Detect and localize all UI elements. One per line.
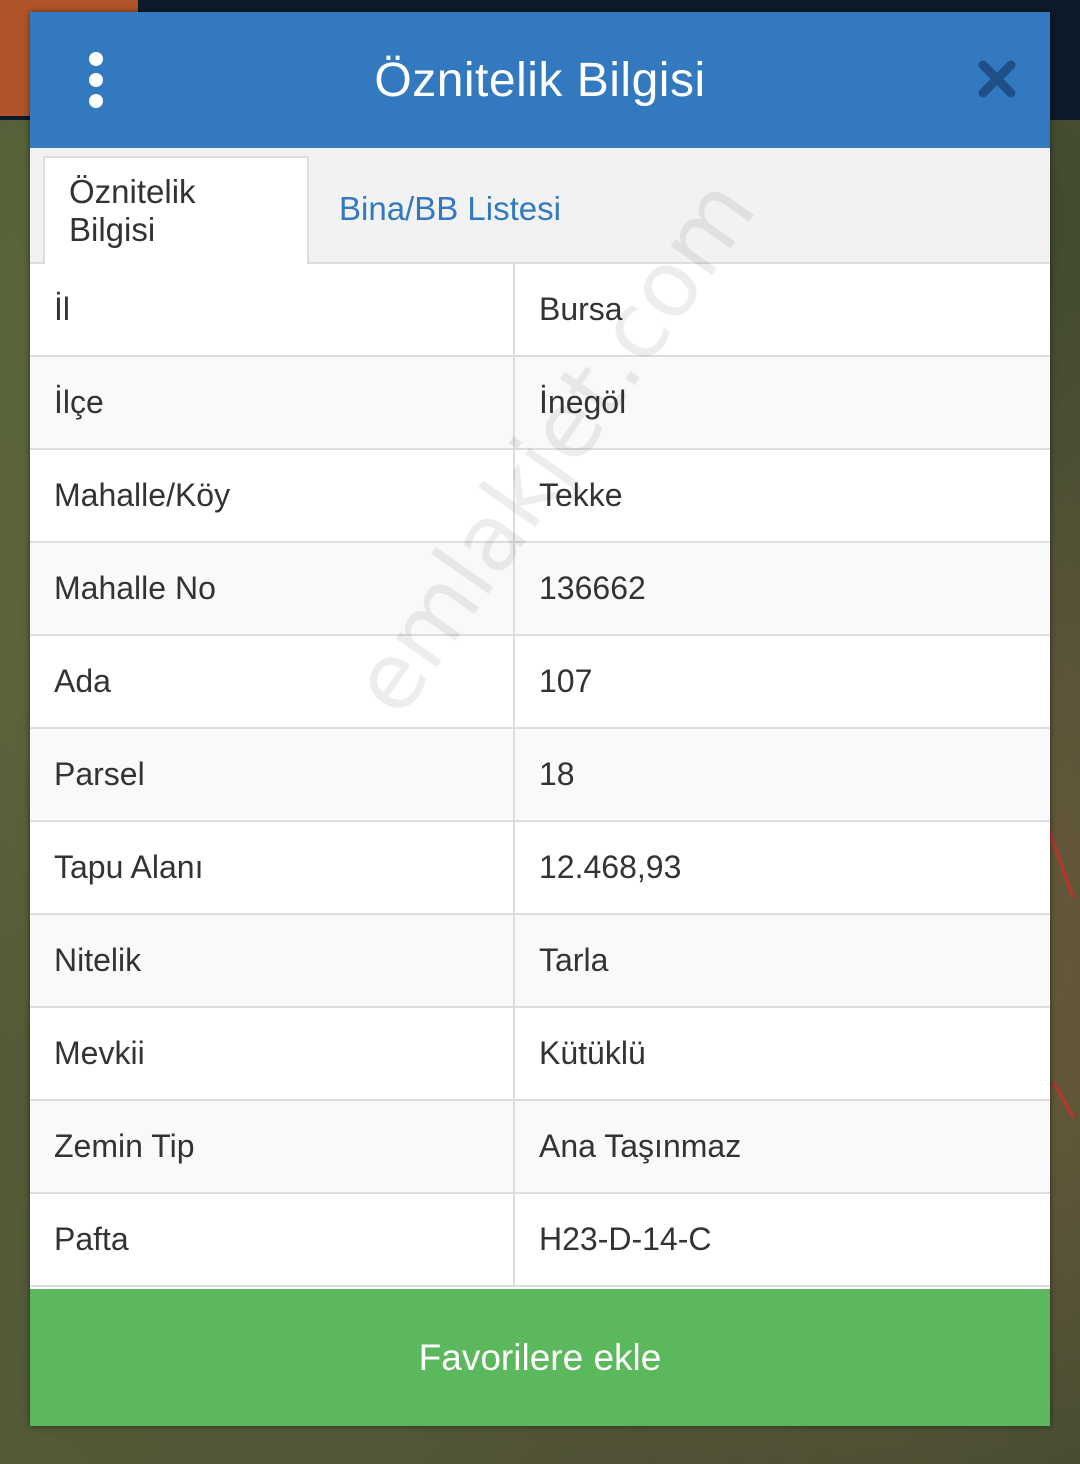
attribute-value: İnegöl [539, 384, 627, 420]
attribute-key: Mahalle/Köy [30, 450, 515, 541]
attribute-key: Tapu Alanı [30, 822, 515, 913]
attribute-value: 107 [539, 663, 593, 699]
attribute-key: Ada [30, 636, 515, 727]
attribute-key: Pafta [30, 1194, 515, 1285]
table-row: Pafta H23-D-14-C [30, 1194, 1050, 1287]
attribute-value: H23-D-14-C [539, 1221, 712, 1257]
table-row: Zemin Tip Ana Taşınmaz [30, 1101, 1050, 1194]
tab-attribute-info[interactable]: Öznitelik Bilgisi [43, 156, 309, 264]
map-boundary-line [1052, 1081, 1075, 1119]
attribute-key: İlçe [30, 357, 515, 448]
attribute-value: 136662 [539, 570, 646, 606]
close-icon[interactable] [978, 60, 1016, 98]
table-row: Mahalle No 136662 [30, 543, 1050, 636]
attribute-key: İl [30, 264, 515, 355]
table-row: Mevkii Kütüklü [30, 1008, 1050, 1101]
attribute-key: Parsel [30, 729, 515, 820]
attribute-key: Mahalle No [30, 543, 515, 634]
table-row: Tapu Alanı 12.468,93 [30, 822, 1050, 915]
attribute-table: İl Bursa İlçe İnegöl Mahalle/Köy Tekke M… [30, 264, 1050, 1287]
table-row: Ada 107 [30, 636, 1050, 729]
attribute-value: Ana Taşınmaz [539, 1128, 742, 1164]
tab-bar: Öznitelik Bilgisi Bina/BB Listesi [30, 148, 1050, 264]
tab-building-list[interactable]: Bina/BB Listesi [315, 156, 585, 262]
attribute-key: Nitelik [30, 915, 515, 1006]
add-to-favorites-button[interactable]: Favorilere ekle [30, 1289, 1050, 1426]
table-row: Parsel 18 [30, 729, 1050, 822]
table-row: İlçe İnegöl [30, 357, 1050, 450]
attribute-value: Kütüklü [539, 1035, 646, 1071]
attribute-value: Tarla [539, 942, 609, 978]
table-row: Mahalle/Köy Tekke [30, 450, 1050, 543]
table-row: İl Bursa [30, 264, 1050, 357]
attribute-value: Tekke [539, 477, 623, 513]
attribute-value: 18 [539, 756, 575, 792]
dialog-header: Öznitelik Bilgisi [30, 12, 1050, 148]
vertical-dots-icon[interactable] [82, 52, 110, 108]
table-row: Nitelik Tarla [30, 915, 1050, 1008]
attribute-value: Bursa [539, 291, 623, 327]
attribute-key: Zemin Tip [30, 1101, 515, 1192]
attribute-key: Mevkii [30, 1008, 515, 1099]
dialog-title: Öznitelik Bilgisi [374, 53, 706, 107]
attribute-value: 12.468,93 [539, 849, 682, 885]
attribute-info-dialog: Öznitelik Bilgisi Öznitelik Bilgisi Bina… [30, 12, 1050, 1426]
